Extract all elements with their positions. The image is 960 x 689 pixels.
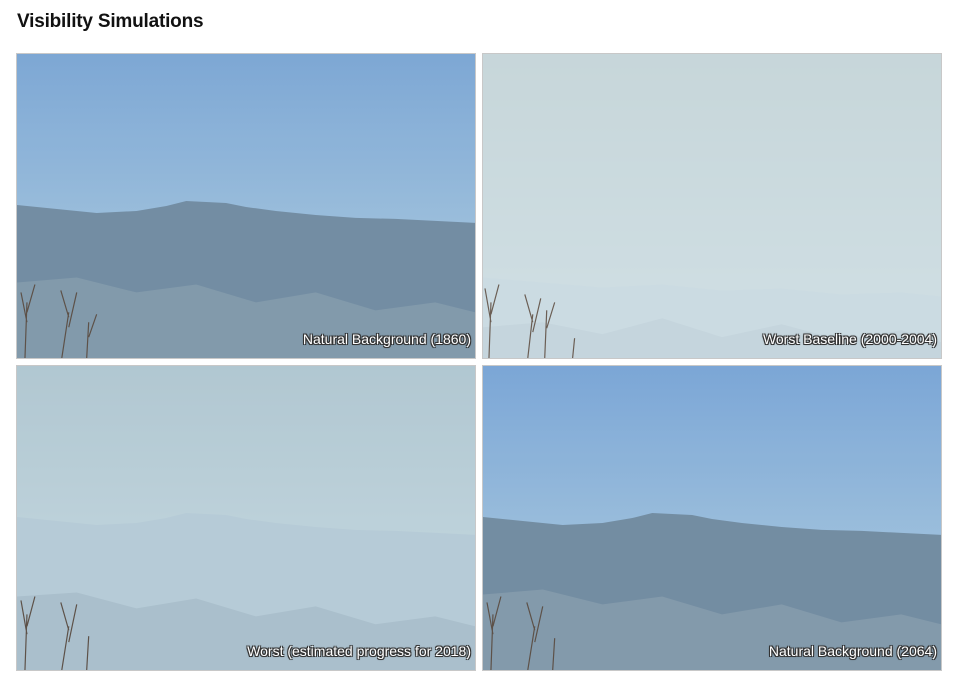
simulation-image-worst-baseline: Worst Baseline (2000-2004) (482, 53, 942, 359)
haze-overlay (17, 366, 475, 670)
landscape-scene (483, 54, 941, 358)
simulation-image-natural-1860: Natural Background (1860) (16, 53, 476, 359)
image-caption: Worst Baseline (2000-2004) (762, 331, 937, 347)
image-caption: Worst (estimated progress for 2018) (247, 643, 471, 659)
landscape-scene (17, 54, 475, 358)
image-caption: Natural Background (1860) (302, 331, 471, 347)
haze-overlay (17, 54, 475, 358)
simulation-image-natural-2064: Natural Background (2064) (482, 365, 942, 671)
landscape-scene (483, 366, 941, 670)
simulation-image-worst-2018: Worst (estimated progress for 2018) (16, 365, 476, 671)
landscape-scene (17, 366, 475, 670)
haze-overlay (483, 366, 941, 670)
page-title: Visibility Simulations (17, 11, 204, 32)
image-caption: Natural Background (2064) (768, 643, 937, 659)
